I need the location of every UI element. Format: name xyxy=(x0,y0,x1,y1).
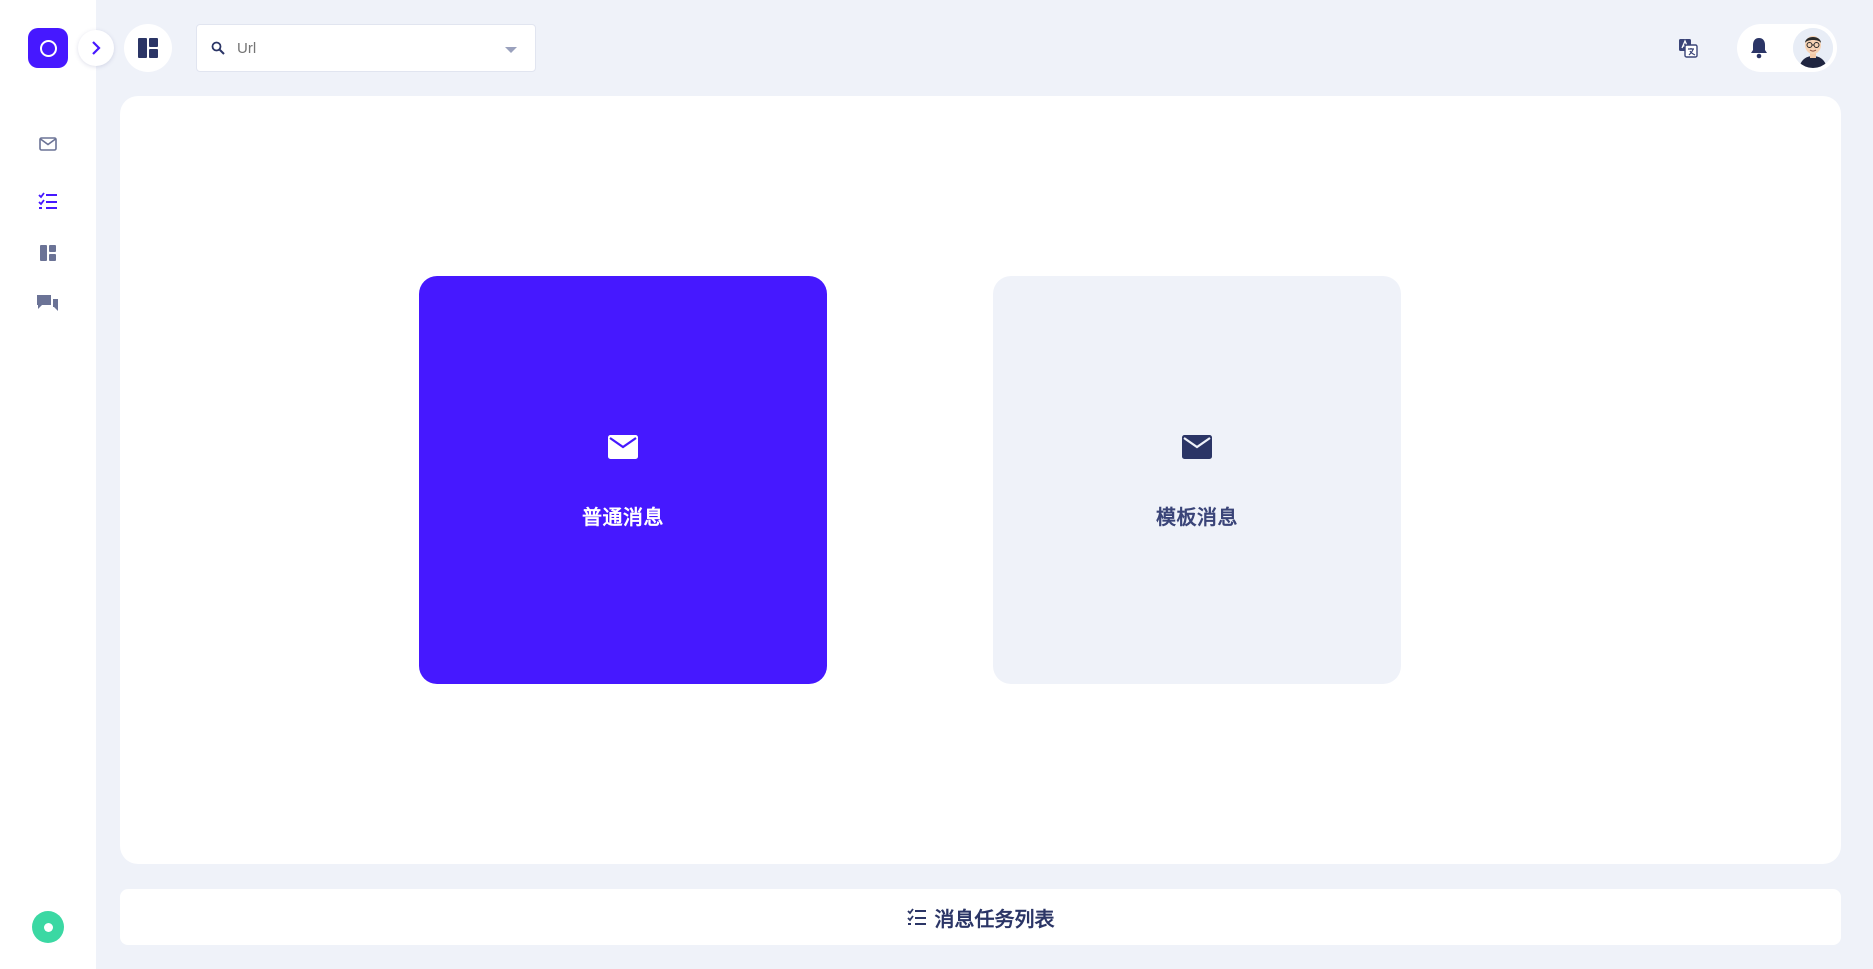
sidebar-item-dashboard[interactable] xyxy=(34,239,62,267)
avatar[interactable] xyxy=(1793,28,1833,68)
mail-icon xyxy=(39,137,57,151)
checklist-icon xyxy=(906,907,927,927)
sidebar-item-tasks[interactable] xyxy=(34,187,62,215)
task-list-label: 消息任务列表 xyxy=(934,908,1055,931)
dashboard-button[interactable] xyxy=(124,24,172,72)
search-icon xyxy=(211,40,227,56)
chat-icon xyxy=(37,295,58,311)
chevron-right-icon xyxy=(92,41,101,55)
dashboard-icon xyxy=(40,245,56,261)
option-plain-message[interactable]: 普通消息 xyxy=(419,276,827,684)
task-list-button[interactable]: 消息任务列表 xyxy=(120,889,1841,945)
chevron-down-icon[interactable] xyxy=(505,47,517,53)
translate-icon xyxy=(1679,39,1698,58)
url-search-field[interactable] xyxy=(196,24,536,72)
notification-bell-icon[interactable] xyxy=(1747,36,1771,60)
sidebar xyxy=(0,0,96,969)
option-label: 模板消息 xyxy=(1156,506,1238,529)
sidebar-item-mail[interactable] xyxy=(34,130,62,158)
expand-sidebar-button[interactable] xyxy=(78,30,114,66)
user-menu[interactable] xyxy=(1737,24,1837,72)
dashboard-icon xyxy=(138,38,158,58)
translate-button[interactable] xyxy=(1676,36,1700,60)
app-logo[interactable] xyxy=(28,28,68,68)
mail-icon xyxy=(607,431,639,463)
option-label: 普通消息 xyxy=(582,506,664,529)
sidebar-item-chat[interactable] xyxy=(34,290,62,318)
mail-icon xyxy=(1181,431,1213,463)
status-indicator xyxy=(32,911,64,943)
url-input[interactable] xyxy=(237,39,487,57)
checklist-icon xyxy=(38,192,57,209)
message-type-panel: 普通消息 模板消息 xyxy=(120,96,1841,864)
option-template-message[interactable]: 模板消息 xyxy=(993,276,1401,684)
